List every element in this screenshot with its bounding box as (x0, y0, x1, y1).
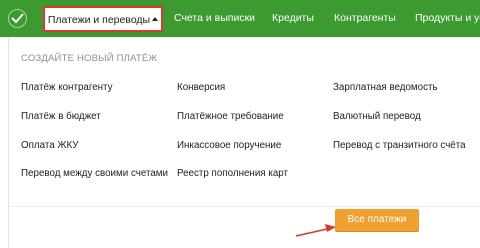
nav-products-label: Продукты и усл (415, 12, 480, 24)
all-payments-button[interactable]: Все платежи (335, 209, 419, 231)
divider (8, 206, 480, 207)
nav-credits-label: Кредиты (272, 12, 314, 24)
link-conversion[interactable]: Конверсия (177, 82, 225, 93)
sberbank-logo-icon[interactable] (8, 9, 27, 28)
nav-products-services[interactable]: Продукты и усл (415, 0, 480, 37)
link-budget-payment[interactable]: Платёж в бюджет (21, 111, 101, 122)
section-title: СОЗДАЙТЕ НОВЫЙ ПЛАТЁЖ (21, 53, 158, 64)
link-collection-order[interactable]: Инкассовое поручение (177, 140, 281, 151)
link-payment-request[interactable]: Платёжное требование (177, 111, 284, 122)
nav-counterparties[interactable]: Контрагенты (334, 0, 396, 37)
nav-accounts-label: Счета и выписки (174, 12, 256, 24)
link-transit-account-transfer[interactable]: Перевод с транзитного счёта (333, 140, 466, 151)
top-navbar: Платежи и переводы Счета и выписки Креди… (0, 0, 480, 37)
link-currency-transfer[interactable]: Валютный перевод (333, 111, 421, 122)
nav-counterparties-label: Контрагенты (334, 12, 396, 24)
nav-payments-transfers[interactable]: Платежи и переводы (43, 6, 163, 32)
link-utilities-payment[interactable]: Оплата ЖКУ (21, 140, 79, 151)
nav-credits[interactable]: Кредиты (272, 0, 314, 37)
nav-accounts-statements[interactable]: Счета и выписки (174, 0, 255, 37)
link-transfer-own-accounts[interactable]: Перевод между своими счетами (21, 168, 168, 179)
link-payment-counterparty[interactable]: Платёж контрагенту (21, 82, 113, 93)
nav-payments-label: Платежи и переводы (47, 14, 151, 26)
link-payroll-statement[interactable]: Зарплатная ведомость (333, 82, 438, 93)
link-card-topup-registry[interactable]: Реестр пополнения карт (177, 168, 288, 179)
caret-up-icon (152, 17, 159, 21)
